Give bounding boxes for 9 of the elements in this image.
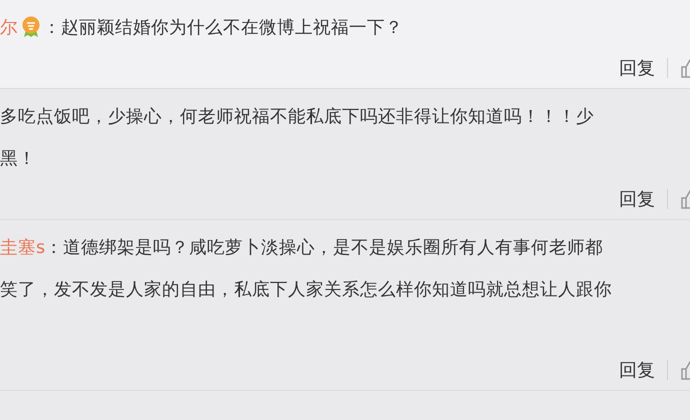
reply-link[interactable]: 回复 xyxy=(619,187,655,211)
comment-text: ：赵丽颖结婚你为什么不在微博上祝福一下？ xyxy=(43,17,403,39)
badge-icon xyxy=(21,16,41,38)
comment-text: ：道德绑架是吗？咸吃萝卜淡操心，是不是娱乐圈所有人有事何老师都 xyxy=(45,237,604,259)
comment-text: 笑了，发不发是人家的自由，私底下人家关系怎么样你知道吗就总想让人跟你 xyxy=(0,279,612,301)
comment-text: 黑！ xyxy=(0,148,36,170)
reply-link[interactable]: 回复 xyxy=(619,56,655,80)
reply-link[interactable]: 回复 xyxy=(619,358,655,382)
comment-text: 多吃点饭吧，少操心，何老师祝福不能私底下吗还非得让你知道吗！！！少 xyxy=(0,106,594,128)
